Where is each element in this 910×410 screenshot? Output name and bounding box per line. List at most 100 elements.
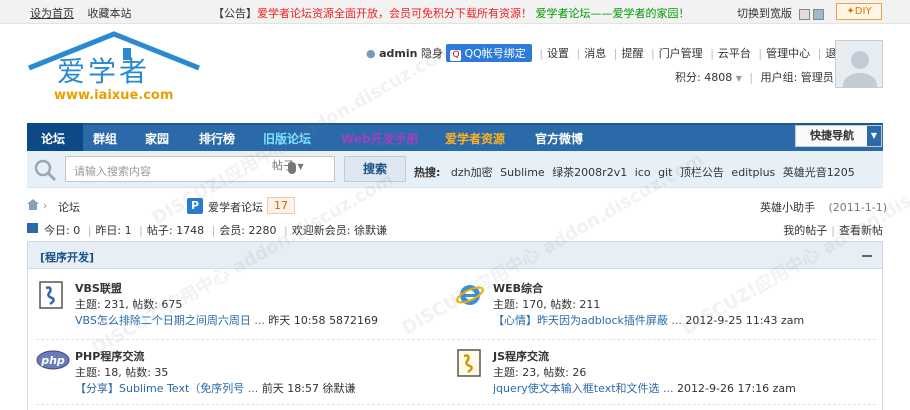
last-post-link[interactable]: 【心情】昨天因为adblock插件屏蔽 ... bbox=[493, 314, 682, 327]
last-post-link[interactable]: VBS怎么排除二个日期之间周六周日 ... bbox=[75, 314, 265, 327]
forum-meta: 主题: 231, 帖数: 675 bbox=[75, 298, 183, 311]
hot-search-item[interactable]: ico bbox=[635, 166, 651, 179]
username-link[interactable]: admin bbox=[379, 47, 417, 60]
favorite-link[interactable]: 收藏本站 bbox=[88, 7, 132, 20]
nav-resources[interactable]: 爱学者资源 bbox=[445, 130, 505, 147]
my-posts-link[interactable]: 我的帖子 bbox=[783, 224, 827, 237]
diy-button[interactable]: ✦DIY bbox=[836, 3, 882, 20]
new-member-link[interactable]: 徐默谦 bbox=[354, 224, 387, 237]
forum-count-badge: 17 bbox=[267, 197, 295, 214]
set-home-link[interactable]: 设为首页 bbox=[30, 7, 74, 20]
hot-search-item[interactable]: dzh加密 bbox=[451, 166, 493, 179]
hot-search-item[interactable]: 顶栏公告 bbox=[680, 166, 724, 179]
collapse-icon[interactable] bbox=[862, 255, 872, 257]
announcement[interactable]: 【公告】爱学者论坛资源全面开放，会员可免积分下载所有资源！ 爱学者论坛——爱学者… bbox=[213, 5, 690, 21]
forum-last-post: jquery使文本输入框text和文件选 ... 2012-9-26 17:16… bbox=[493, 380, 796, 396]
forum-name[interactable]: PHP程序交流 bbox=[75, 348, 144, 364]
announcement-text[interactable]: 爱学者论坛资源全面开放，会员可免积分下载所有资源！ bbox=[257, 7, 532, 20]
admin-center-link[interactable]: 管理中心 bbox=[766, 47, 810, 60]
last-post-user[interactable]: zam bbox=[773, 382, 796, 395]
hot-search-item[interactable]: 英雄光音1205 bbox=[783, 166, 855, 179]
last-post-time: 昨天 10:58 bbox=[268, 314, 326, 327]
hot-search-item[interactable]: git bbox=[658, 166, 672, 179]
chevron-down-icon: ▼ bbox=[867, 126, 881, 146]
forum-name[interactable]: WEB综合 bbox=[493, 280, 543, 296]
home-icon[interactable] bbox=[27, 199, 39, 210]
forum-last-post: 【心情】昨天因为adblock插件屏蔽 ... 2012-9-25 11:43 … bbox=[493, 312, 804, 328]
cloud-platform-link[interactable]: 云平台 bbox=[718, 47, 751, 60]
forum-name-link[interactable]: 爱学者论坛 bbox=[208, 199, 263, 215]
yesterday-count: 1 bbox=[124, 224, 132, 237]
ie-icon[interactable] bbox=[456, 280, 484, 310]
nav-web-manual[interactable]: Web开发手册 bbox=[341, 130, 419, 147]
last-post-time: 前天 18:57 bbox=[261, 382, 319, 395]
settings-link[interactable]: 设置 bbox=[547, 47, 569, 60]
script-icon[interactable] bbox=[38, 280, 66, 310]
last-post-user[interactable]: 徐默谦 bbox=[322, 382, 355, 395]
portal-admin-link[interactable]: 门户管理 bbox=[659, 47, 703, 60]
forum-meta: 主题: 23, 帖数: 26 bbox=[493, 366, 587, 379]
posts-label: 帖子: bbox=[146, 224, 173, 237]
forum-meta: 主题: 170, 帖数: 211 bbox=[493, 298, 601, 311]
forum-badge-icon[interactable]: P bbox=[187, 198, 203, 214]
helper-link[interactable]: 英雄小助手 bbox=[760, 201, 815, 214]
points-dropdown[interactable]: 积分: 4808 ▼ bbox=[675, 71, 742, 84]
today-count: 0 bbox=[73, 224, 81, 237]
qq-bind-button[interactable]: Q QQ帐号绑定 bbox=[446, 44, 532, 62]
posts-count: 1748 bbox=[176, 224, 205, 237]
chevron-down-icon: ▼ bbox=[297, 162, 304, 171]
nav-old-forum[interactable]: 旧版论坛 bbox=[263, 130, 311, 147]
user-bar: ● admin 隐身 Q QQ帐号绑定 | 设置 | 消息 | 提醒 | 门户管理 | 云平… bbox=[366, 44, 847, 62]
last-post-link[interactable]: jquery使文本输入框text和文件选 ... bbox=[493, 382, 674, 395]
last-post-time: 2012-9-25 11:43 bbox=[685, 314, 778, 327]
logo-text: 爱学者 bbox=[57, 55, 151, 88]
forum-name[interactable]: VBS联盟 bbox=[75, 280, 122, 296]
stats-chart-icon bbox=[27, 223, 38, 233]
site-logo[interactable]: 爱学者 www.iaixue.com bbox=[27, 30, 202, 108]
stealth-link[interactable]: 隐身 bbox=[421, 47, 443, 60]
avatar[interactable] bbox=[835, 40, 883, 88]
search-type-label: 帖子 bbox=[272, 159, 294, 172]
search-type-select[interactable]: 帖子 ▼ bbox=[272, 157, 304, 173]
main-nav: 论坛 群组 家园 排行榜 旧版论坛 Web开发手册 爱学者资源 官方微博 bbox=[27, 123, 883, 153]
category-header: [程序开发] bbox=[28, 242, 882, 269]
nav-weibo[interactable]: 官方微博 bbox=[535, 130, 583, 147]
style-switch-icon[interactable] bbox=[798, 8, 810, 20]
breadcrumb-forum-link[interactable]: 论坛 bbox=[58, 199, 80, 215]
nav-home-space[interactable]: 家园 bbox=[145, 130, 169, 147]
user-group-link[interactable]: 用户组: 管理员 bbox=[761, 71, 834, 84]
svg-text:php: php bbox=[40, 354, 65, 367]
last-post-user[interactable]: 5872169 bbox=[329, 314, 378, 327]
nav-ranking[interactable]: 排行榜 bbox=[199, 130, 235, 147]
quick-nav-button[interactable]: 快捷导航 ▼ bbox=[795, 125, 882, 147]
forum-item: php PHP程序交流 主题: 18, 帖数: 35 【分享】Sublime T… bbox=[36, 348, 436, 400]
category-title[interactable]: [程序开发] bbox=[40, 249, 94, 265]
nav-groups[interactable]: 群组 bbox=[93, 130, 117, 147]
messages-link[interactable]: 消息 bbox=[584, 47, 606, 60]
last-post-user[interactable]: zam bbox=[781, 314, 804, 327]
search-button[interactable]: 搜索 bbox=[344, 156, 406, 182]
qq-bind-label: QQ帐号绑定 bbox=[464, 47, 526, 60]
php-icon[interactable]: php bbox=[36, 348, 70, 378]
row-divider bbox=[36, 404, 876, 405]
search-placeholder: 请输入搜索内容 bbox=[74, 165, 151, 178]
hot-search-item[interactable]: Sublime bbox=[500, 166, 545, 179]
reminders-link[interactable]: 提醒 bbox=[621, 47, 643, 60]
members-count: 2280 bbox=[248, 224, 277, 237]
js-script-icon[interactable] bbox=[456, 348, 484, 378]
hot-search-item[interactable]: 绿茶2008r2v1 bbox=[552, 166, 627, 179]
default-avatar-icon bbox=[843, 51, 877, 87]
forum-name[interactable]: JS程序交流 bbox=[493, 348, 549, 364]
color-switch-icon[interactable] bbox=[812, 8, 824, 20]
breadcrumb: › 论坛 P 爱学者论坛 17 英雄小助手 (2011-1-1) bbox=[27, 197, 887, 216]
switch-wide-link[interactable]: 切换到宽版 bbox=[737, 7, 792, 20]
hot-search-item[interactable]: editplus bbox=[731, 166, 775, 179]
search-bar: 请输入搜索内容 帖子 ▼ 搜索 热搜: dzh加密 Sublime 绿茶2008… bbox=[27, 151, 883, 188]
last-post-link[interactable]: 【分享】Sublime Text（免序列号 ... bbox=[75, 382, 258, 395]
announcement-slogan[interactable]: 爱学者论坛——爱学者的家园！ bbox=[536, 7, 690, 20]
view-new-posts-link[interactable]: 查看新帖 bbox=[839, 224, 883, 237]
hot-searches: 热搜: dzh加密 Sublime 绿茶2008r2v1 ico git 顶栏公… bbox=[414, 164, 855, 180]
search-icon bbox=[34, 159, 57, 182]
qq-icon: Q bbox=[450, 50, 462, 61]
nav-forum[interactable]: 论坛 bbox=[41, 130, 65, 147]
